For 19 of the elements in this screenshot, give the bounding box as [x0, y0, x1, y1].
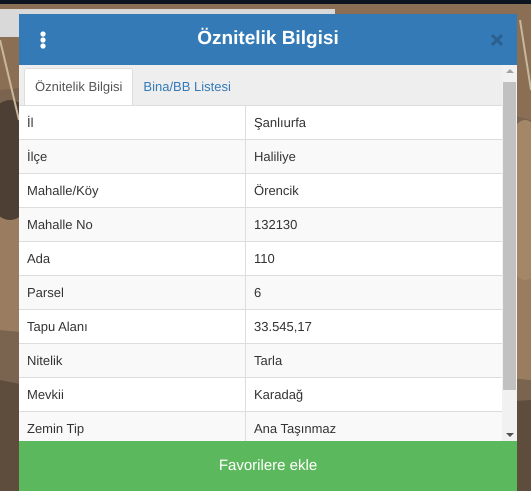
field-value: Tarla [253, 352, 284, 370]
field-value: 6 [253, 284, 262, 302]
field-value: 132130 [253, 216, 298, 234]
dialog-title: Öznitelik Bilgisi [197, 26, 339, 52]
field-value: Karadağ [253, 386, 304, 404]
tab[interactable]: Bina/BB Listesi [133, 68, 241, 105]
scroll-down-icon[interactable] [506, 433, 514, 437]
scroll-up-icon[interactable] [506, 69, 514, 73]
close-icon[interactable] [491, 34, 503, 46]
field-value: 33.545,17 [253, 318, 313, 336]
add-favorites-button[interactable]: Favorilere ekle [19, 441, 517, 491]
field-value: Örencik [253, 182, 300, 200]
tab[interactable]: Öznitelik Bilgisi [24, 68, 134, 105]
field-value: Şanlıurfa [253, 114, 308, 132]
more-icon[interactable] [39, 31, 47, 49]
field-value: 110 [253, 250, 276, 268]
scrollbar-thumb[interactable] [503, 82, 516, 390]
field-value: Haliliye [253, 148, 297, 166]
field-value: Ana Taşınmaz [253, 420, 338, 438]
